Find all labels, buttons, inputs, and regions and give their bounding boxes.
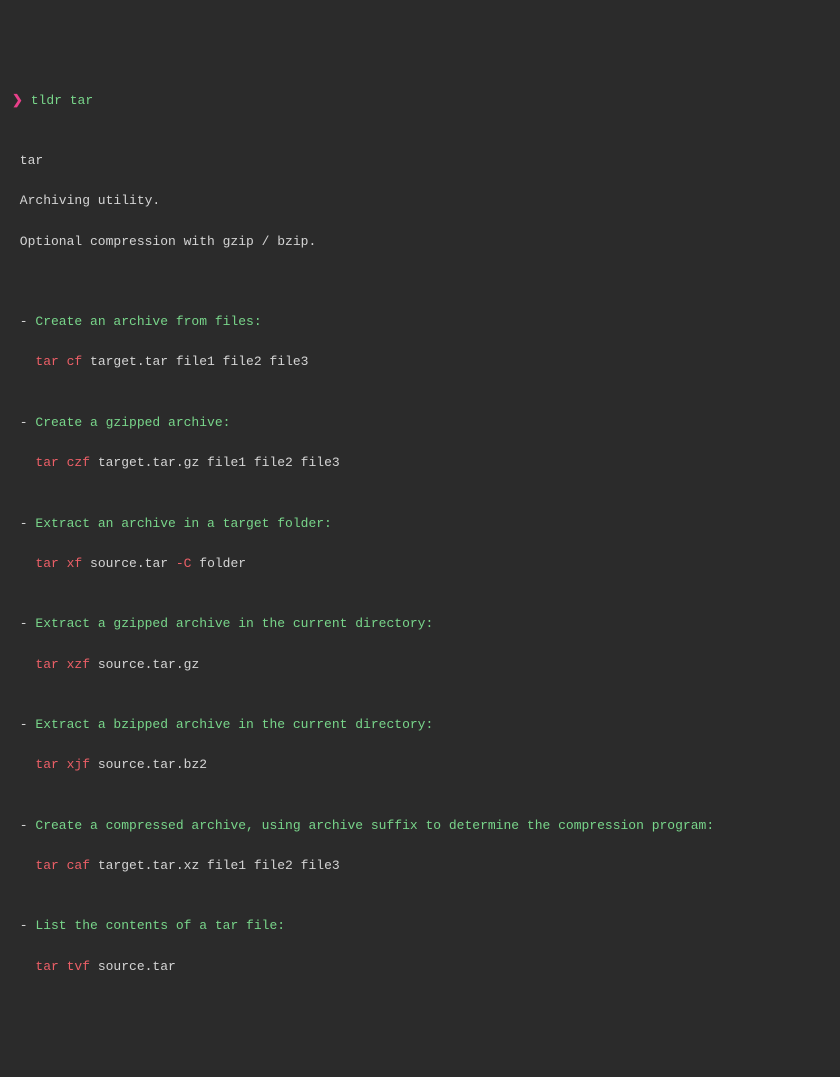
example-midflag: -C (176, 556, 192, 571)
example-desc: Extract an archive in a target folder: (35, 516, 331, 531)
example-desc-line: - Create a compressed archive, using arc… (12, 816, 828, 836)
example-args: target.tar file1 file2 file3 (90, 354, 308, 369)
tldr-header-name: tar (20, 153, 43, 168)
example-desc: Extract a bzipped archive in the current… (35, 717, 433, 732)
example-cmd: tar (35, 959, 58, 974)
example-command-line: tar tvf source.tar (12, 957, 828, 977)
prompt-line[interactable]: ❯ tldr tar (12, 91, 828, 111)
example-desc-line: - Create a gzipped archive: (12, 413, 828, 433)
entered-command: tldr tar (31, 93, 93, 108)
example-desc: List the contents of a tar file: (35, 918, 285, 933)
example-args: source.tar.bz2 (98, 757, 207, 772)
example-flags: xzf (67, 657, 90, 672)
example-desc-line: - Create an archive from files: (12, 312, 828, 332)
example-desc-line: - Extract a gzipped archive in the curre… (12, 614, 828, 634)
tldr-header-desc2: Optional compression with gzip / bzip. (20, 234, 316, 249)
example-flags: xjf (67, 757, 90, 772)
example-postargs: folder (191, 556, 246, 571)
example-args: source.tar (98, 959, 176, 974)
example-desc-line: - Extract an archive in a target folder: (12, 514, 828, 534)
example-command-line: tar czf target.tar.gz file1 file2 file3 (12, 453, 828, 473)
example-cmd: tar (35, 657, 58, 672)
example-desc: Create a gzipped archive: (35, 415, 230, 430)
example-command-line: tar cf target.tar file1 file2 file3 (12, 352, 828, 372)
example-desc: Create a compressed archive, using archi… (35, 818, 714, 833)
example-args: target.tar.gz file1 file2 file3 (98, 455, 340, 470)
example-flags: tvf (67, 959, 90, 974)
example-command-line: tar xjf source.tar.bz2 (12, 755, 828, 775)
example-cmd: tar (35, 455, 58, 470)
example-flags: cf (67, 354, 83, 369)
example-flags: czf (67, 455, 90, 470)
example-flags: xf (67, 556, 83, 571)
example-cmd: tar (35, 858, 58, 873)
example-desc-line: - Extract a bzipped archive in the curre… (12, 715, 828, 735)
example-cmd: tar (35, 757, 58, 772)
prompt-symbol: ❯ (12, 93, 23, 108)
example-args: source.tar.gz (98, 657, 199, 672)
tldr-header-desc1: Archiving utility. (20, 193, 160, 208)
example-desc-line: - List the contents of a tar file: (12, 916, 828, 936)
example-command-line: tar caf target.tar.xz file1 file2 file3 (12, 856, 828, 876)
example-args: source.tar (90, 556, 176, 571)
example-args: target.tar.xz file1 file2 file3 (98, 858, 340, 873)
example-command-line: tar xzf source.tar.gz (12, 655, 828, 675)
example-cmd: tar (35, 556, 58, 571)
example-command-line: tar xf source.tar -C folder (12, 554, 828, 574)
example-flags: caf (67, 858, 90, 873)
example-cmd: tar (35, 354, 58, 369)
example-desc: Create an archive from files: (35, 314, 261, 329)
terminal-output: ❯ tldr tar tar Archiving utility. Option… (12, 91, 828, 977)
